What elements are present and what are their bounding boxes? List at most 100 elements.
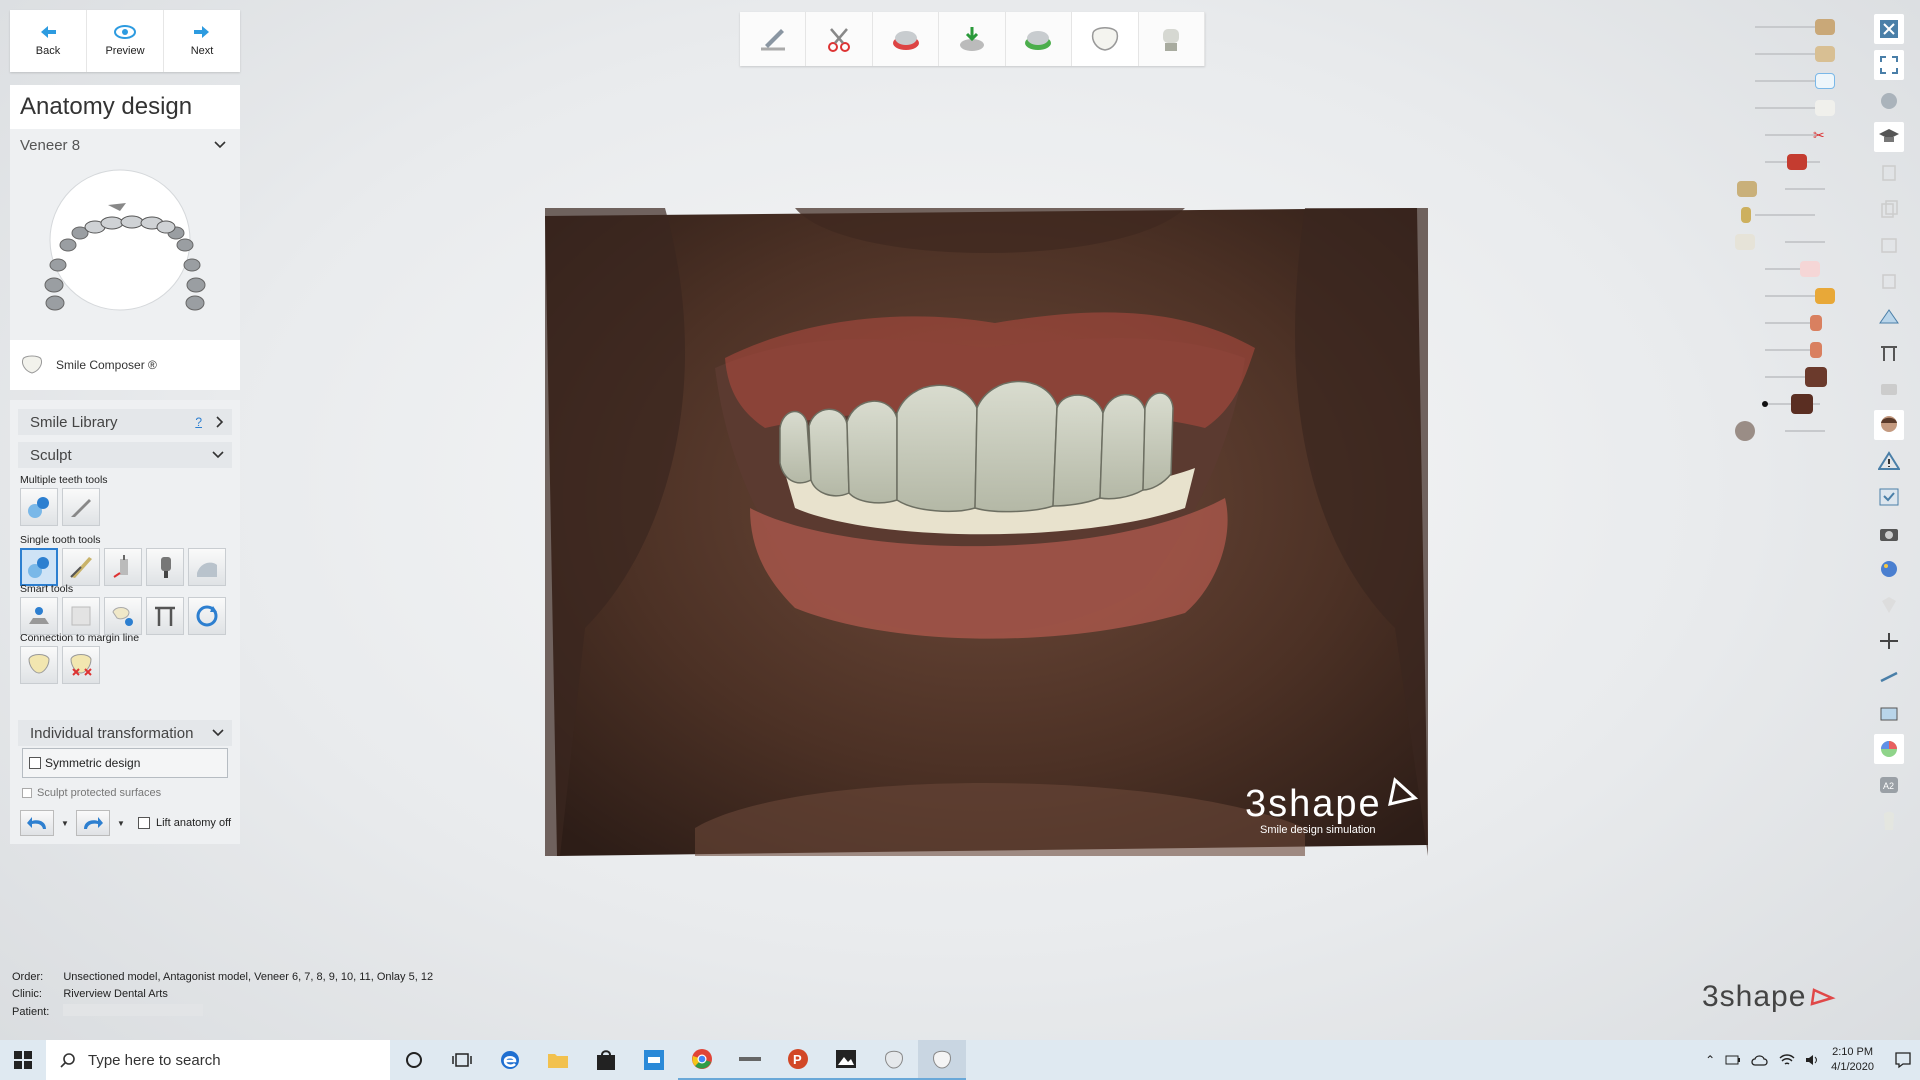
multi-morph-tool[interactable]	[20, 488, 58, 526]
slider-shade[interactable]	[1765, 288, 1835, 304]
material-button[interactable]	[1874, 590, 1904, 620]
slider-design[interactable]	[1755, 73, 1835, 89]
slider-patient[interactable]	[1735, 421, 1825, 441]
cortana-button[interactable]	[390, 1040, 438, 1080]
cross-section-button[interactable]	[1874, 626, 1904, 656]
edge-app[interactable]	[486, 1040, 534, 1080]
smile-design-photo[interactable]: 3shape Smile design simulation	[545, 208, 1428, 856]
sculpt-protected-checkbox[interactable]: Sculpt protected surfaces	[22, 787, 161, 799]
single-morph-tool[interactable]	[20, 548, 58, 586]
shade-button[interactable]	[1874, 734, 1904, 764]
step-margin[interactable]	[873, 12, 940, 66]
camera-button[interactable]	[1874, 518, 1904, 548]
occlusion-tool[interactable]	[104, 597, 142, 635]
file-explorer-app[interactable]	[534, 1040, 582, 1080]
duplicate-button[interactable]	[1874, 266, 1904, 296]
slider-prep[interactable]	[1755, 19, 1835, 35]
individual-transformation-header[interactable]: Individual transformation	[18, 720, 232, 746]
chrome-app[interactable]	[678, 1040, 726, 1080]
news-app[interactable]	[630, 1040, 678, 1080]
slider-cut[interactable]: ✂	[1765, 127, 1825, 143]
volume-icon[interactable]	[1805, 1053, 1821, 1067]
slider-model[interactable]	[1755, 46, 1835, 62]
notifications-icon[interactable]	[1894, 1051, 1912, 1069]
distance-button[interactable]	[1874, 662, 1904, 692]
color-button[interactable]	[1874, 554, 1904, 584]
step-segment[interactable]	[806, 12, 873, 66]
step-prepare[interactable]	[740, 12, 807, 66]
close-button[interactable]	[1874, 14, 1904, 44]
visibility-sliders: ✂	[1735, 18, 1840, 448]
scale-tool[interactable]	[146, 597, 184, 635]
multi-sculpt-tool[interactable]	[62, 488, 100, 526]
tooth-library-button[interactable]	[1874, 806, 1904, 836]
preview-button[interactable]: Preview	[87, 10, 164, 72]
store-app[interactable]	[582, 1040, 630, 1080]
slider-lip-lower[interactable]	[1765, 342, 1822, 358]
step-cement[interactable]	[1006, 12, 1073, 66]
fullscreen-button[interactable]	[1874, 50, 1904, 80]
next-button[interactable]: Next	[164, 10, 240, 72]
rotate-tool[interactable]	[188, 597, 226, 635]
slider-face-photo-2[interactable]	[1762, 394, 1820, 414]
taskbar-search[interactable]: Type here to search	[46, 1040, 390, 1080]
undo-button[interactable]	[20, 810, 54, 836]
copy-button[interactable]	[1874, 158, 1904, 188]
slider-smile[interactable]	[1765, 261, 1820, 277]
redo-dropdown[interactable]: ▼	[116, 810, 126, 836]
smooth-tool[interactable]	[188, 548, 226, 586]
dental-app[interactable]	[870, 1040, 918, 1080]
face-view-button[interactable]	[1874, 410, 1904, 440]
dental-arch-diagram[interactable]	[40, 165, 220, 320]
clock[interactable]: 2:10 PM 4/1/2020	[1831, 1045, 1874, 1075]
model-view-button[interactable]	[1874, 374, 1904, 404]
disconnect-margin-tool[interactable]	[62, 646, 100, 684]
lift-anatomy-checkbox[interactable]	[138, 817, 150, 829]
mirror-button[interactable]	[1874, 230, 1904, 260]
remove-material-tool[interactable]	[146, 548, 184, 586]
add-material-tool[interactable]	[104, 548, 142, 586]
undo-dropdown[interactable]: ▼	[60, 810, 70, 836]
scan-button[interactable]	[1874, 698, 1904, 728]
cloud-icon[interactable]	[1751, 1053, 1769, 1067]
shade-a2-button[interactable]: A2	[1874, 770, 1904, 800]
powerpoint-app[interactable]: P	[774, 1040, 822, 1080]
placement-tool[interactable]	[20, 597, 58, 635]
step-anatomy[interactable]	[1072, 12, 1139, 66]
connect-margin-tool[interactable]	[20, 646, 58, 684]
slider-prep-2[interactable]	[1737, 181, 1825, 197]
chevron-up-icon[interactable]: ⌃	[1705, 1053, 1715, 1067]
slider-implant[interactable]	[1741, 207, 1815, 223]
smile-library-header[interactable]: Smile Library ?	[18, 409, 232, 435]
start-button[interactable]	[0, 1040, 46, 1080]
view-3d-button[interactable]	[1874, 86, 1904, 116]
tooth-selector[interactable]: Veneer 8	[10, 129, 240, 161]
contact-tool[interactable]	[62, 597, 100, 635]
warning-button[interactable]	[1874, 446, 1904, 476]
slider-gingiva[interactable]	[1765, 154, 1820, 170]
photos-app[interactable]	[822, 1040, 870, 1080]
back-button[interactable]: Back	[10, 10, 87, 72]
ruler-button[interactable]	[1874, 338, 1904, 368]
symmetric-design-checkbox[interactable]: Symmetric design	[22, 748, 228, 778]
sculpt-header[interactable]: Sculpt	[18, 442, 232, 468]
check-button[interactable]	[1874, 482, 1904, 512]
dental-designer-app[interactable]	[918, 1040, 966, 1080]
step-insertion[interactable]	[939, 12, 1006, 66]
redo-button[interactable]	[76, 810, 110, 836]
wifi-icon[interactable]	[1779, 1053, 1795, 1067]
battery-icon[interactable]	[1725, 1053, 1741, 1067]
app-window[interactable]	[726, 1040, 774, 1080]
step-finish[interactable]	[1139, 12, 1205, 66]
slider-lip-upper[interactable]	[1765, 315, 1822, 331]
slider-antagonist[interactable]	[1755, 100, 1835, 116]
paste-button[interactable]	[1874, 194, 1904, 224]
help-link[interactable]: ?	[195, 415, 202, 429]
education-button[interactable]	[1874, 122, 1904, 152]
slider-crown[interactable]	[1735, 234, 1825, 250]
task-view-button[interactable]	[438, 1040, 486, 1080]
wax-knife-tool[interactable]	[62, 548, 100, 586]
measure-button[interactable]	[1874, 302, 1904, 332]
smile-composer-item[interactable]: Smile Composer ®	[10, 340, 240, 390]
slider-face-photo[interactable]	[1765, 367, 1827, 387]
